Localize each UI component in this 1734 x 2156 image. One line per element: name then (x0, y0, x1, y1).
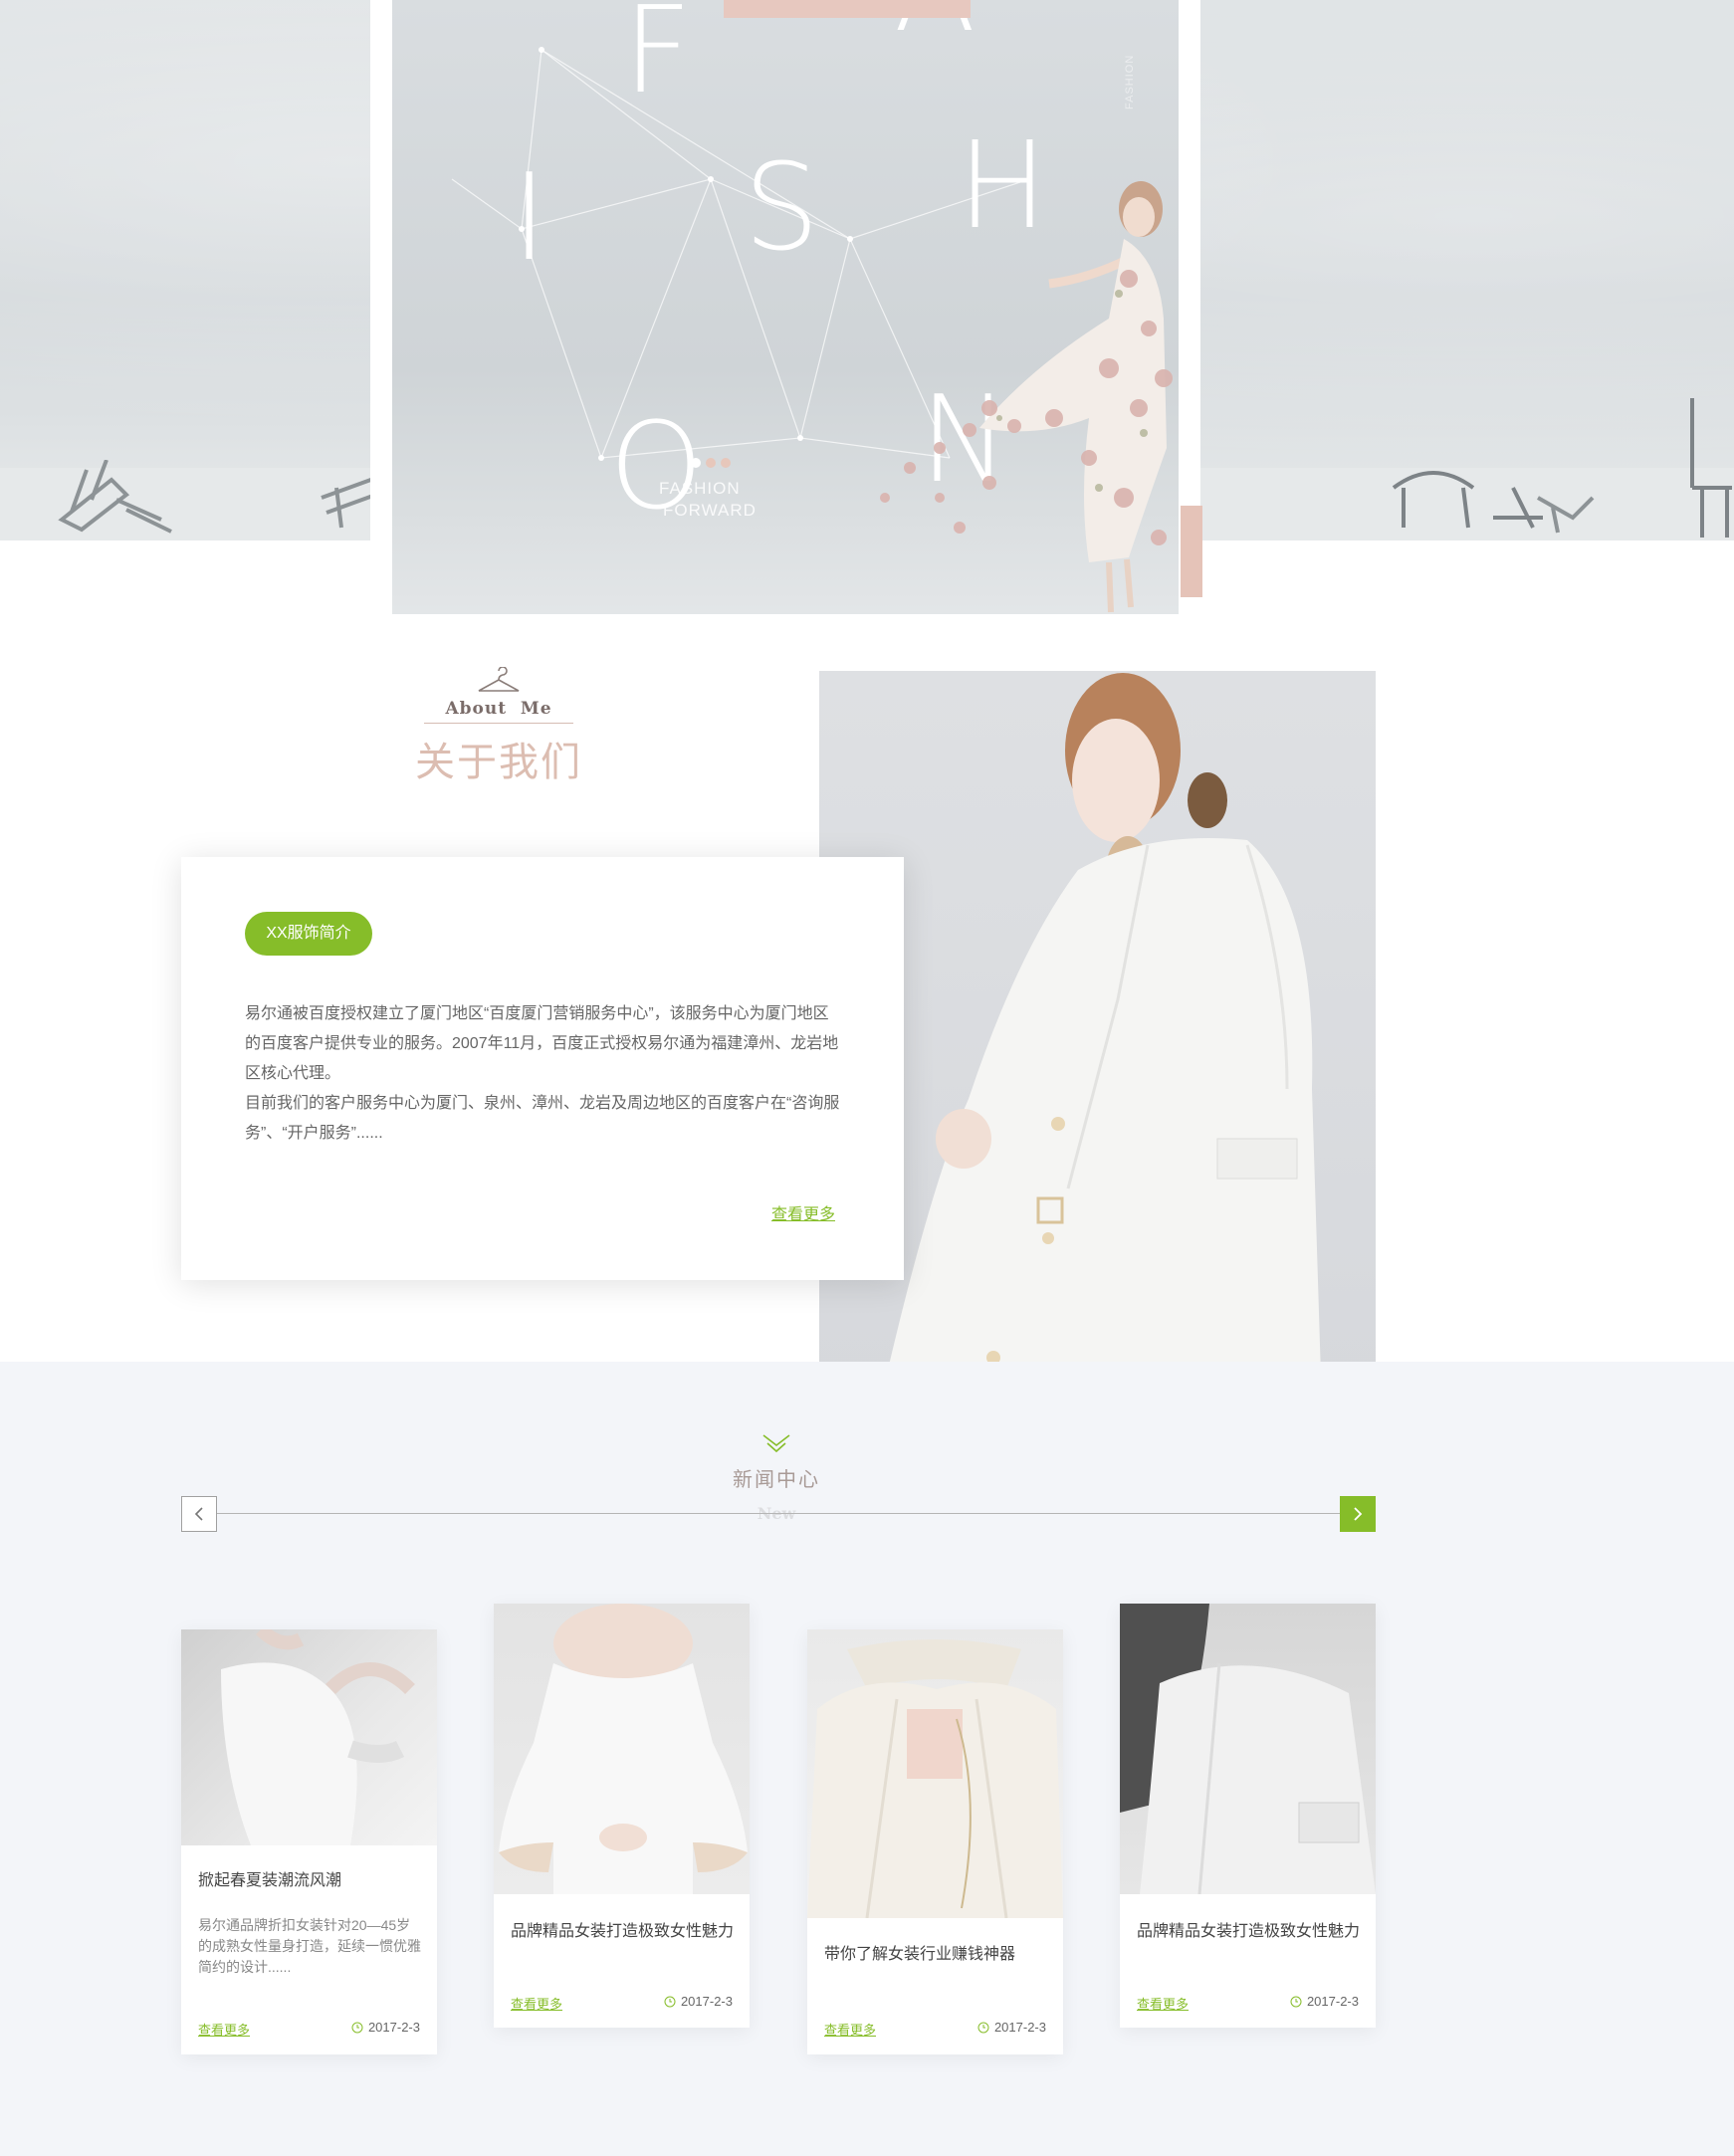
about-title-en: About Me (445, 699, 552, 719)
clock-icon (351, 2022, 363, 2033)
news-card-image (807, 1629, 1063, 1918)
news-card-date: 2017-2-3 (351, 2020, 420, 2035)
news-card-desc: 易尔通品牌折扣女装针对20—45岁的成熟女性量身打造，延续一惯优雅简约的设计..… (198, 1917, 421, 1975)
news-card-title[interactable]: 掀起春夏装潮流风潮 (198, 1866, 341, 1890)
news-heading: 新闻中心 New (677, 1433, 876, 1523)
clock-icon (1290, 1996, 1302, 2007)
white-top-model (221, 1629, 415, 1845)
chair-image (1537, 496, 1595, 534)
hero-banner: F A I S H O N FASHION FORWARD FASHION (392, 0, 1179, 614)
news-card-date: 2017-2-3 (1290, 1994, 1359, 2009)
news-card-title[interactable]: 品牌精品女装打造极致女性魅力 (1137, 1917, 1360, 1941)
news-card[interactable]: 掀起春夏装潮流风潮 易尔通品牌折扣女装针对20—45岁的成熟女性量身打造，延续一… (181, 1629, 437, 2054)
news-card-image (181, 1629, 437, 1845)
chair-image (1690, 398, 1732, 538)
news-card-title[interactable]: 带你了解女装行业赚钱神器 (824, 1940, 1015, 1964)
news-next-button[interactable] (1340, 1496, 1376, 1532)
frame-bar (1179, 0, 1200, 540)
chevron-down-icon (762, 1434, 790, 1453)
news-card-date: 2017-2-3 (977, 2020, 1046, 2035)
slider-dot[interactable] (691, 458, 701, 468)
news-card-date-text: 2017-2-3 (1306, 1994, 1359, 2009)
news-prev-button[interactable] (181, 1496, 217, 1532)
hero-subtitle: FASHION FORWARD (659, 478, 757, 522)
news-card-date: 2017-2-3 (664, 1994, 733, 2009)
news-card-more-link[interactable]: 查看更多 (824, 2020, 876, 2039)
chevron-left-icon (194, 1507, 203, 1521)
news-card-image (494, 1604, 750, 1894)
news-title-cn: 新闻中心 (733, 1467, 820, 1491)
company-intro-badge[interactable]: XX服饰简介 (245, 912, 372, 956)
hero-accent-bar (1181, 506, 1202, 597)
chair-image (1392, 471, 1543, 529)
slider-dot[interactable] (721, 458, 731, 468)
news-card-image (1120, 1604, 1376, 1894)
about-paragraph: 目前我们的客户服务中心为厦门、泉州、漳州、龙岩及周边地区的百度客户在“咨询服务”… (245, 1095, 840, 1142)
about-paragraph: 易尔通被百度授权建立了厦门地区“百度厦门营销服务中心”，该服务中心为厦门地区的百… (245, 1005, 839, 1082)
news-divider (216, 1513, 1340, 1514)
off-shoulder-dress-model (499, 1604, 748, 1894)
hero-subtitle-line: FORWARD (663, 501, 757, 520)
about-heading: About Me 关于我们 (394, 667, 603, 787)
chair-image (58, 460, 172, 534)
about-card: XX服饰简介 易尔通被百度授权建立了厦门地区“百度厦门营销服务中心”，该服务中心… (181, 857, 904, 1280)
news-card-date-text: 2017-2-3 (367, 2020, 420, 2035)
news-card[interactable]: 品牌精品女装打造极致女性魅力 查看更多 2017-2-3 (1120, 1604, 1376, 2028)
hanger-icon (478, 667, 520, 692)
chevron-right-icon (1354, 1507, 1363, 1521)
about-text: 易尔通被百度授权建立了厦门地区“百度厦门营销服务中心”，该服务中心为厦门地区的百… (245, 999, 842, 1149)
news-card[interactable]: 品牌精品女装打造极致女性魅力 查看更多 2017-2-3 (494, 1604, 750, 2028)
trench-coat-model (1120, 1604, 1376, 1894)
hero-letter: F (623, 0, 693, 120)
news-card-date-text: 2017-2-3 (993, 2020, 1046, 2035)
news-card-title[interactable]: 品牌精品女装打造极致女性魅力 (511, 1917, 734, 1941)
fashion-model-image (880, 181, 1173, 613)
about-title-cn: 关于我们 (415, 740, 582, 785)
hero-letter: I (512, 149, 547, 288)
slider-dots (691, 458, 731, 468)
frame-bar (370, 0, 392, 540)
cream-coat-model (807, 1639, 1063, 1918)
news-card-more-link[interactable]: 查看更多 (198, 2020, 250, 2039)
hero-accent-bar (724, 0, 971, 18)
about-more-link[interactable]: 查看更多 (771, 1200, 835, 1224)
clock-icon (977, 2022, 989, 2033)
slider-dot[interactable] (706, 458, 716, 468)
news-card-more-link[interactable]: 查看更多 (1137, 1994, 1189, 2013)
hero-vertical-text: FASHION (1124, 54, 1136, 109)
news-card-more-link[interactable]: 查看更多 (511, 1994, 562, 2013)
clock-icon (664, 1996, 676, 2007)
news-card[interactable]: 带你了解女装行业赚钱神器 查看更多 2017-2-3 (807, 1629, 1063, 2054)
hero-subtitle-line: FASHION (659, 479, 741, 498)
about-divider (424, 723, 573, 724)
news-card-date-text: 2017-2-3 (680, 1994, 733, 2009)
